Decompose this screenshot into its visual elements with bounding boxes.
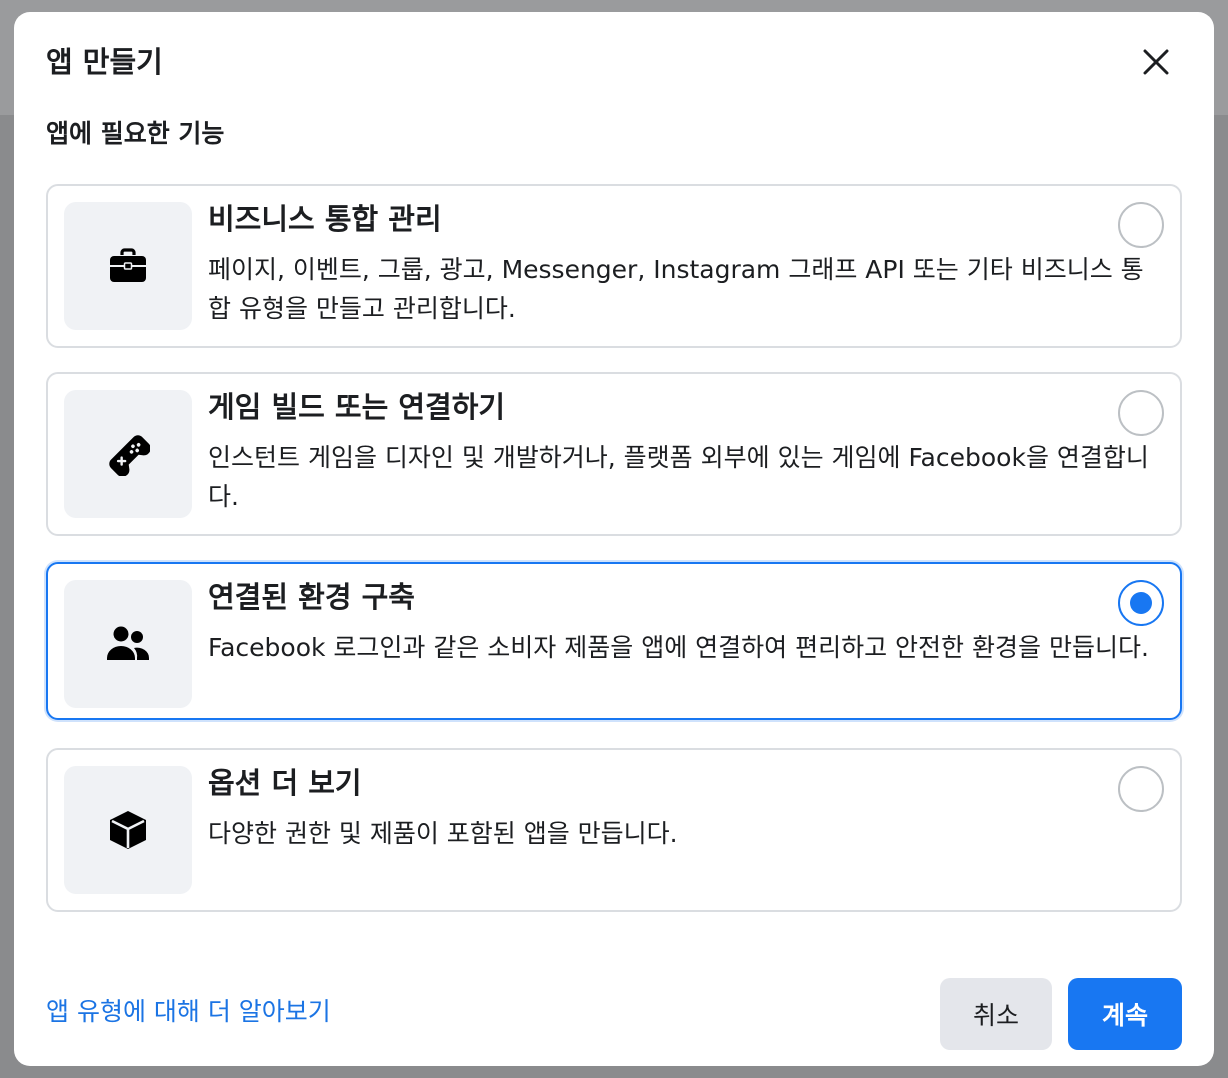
cancel-button[interactable]: 취소: [940, 978, 1052, 1050]
create-app-dialog: 앱 만들기 앱에 필요한 기능 비즈니스 통합 관리 페이지, 이벤트, 그룹,…: [14, 12, 1214, 1066]
option-business-integration[interactable]: 비즈니스 통합 관리 페이지, 이벤트, 그룹, 광고, Messenger, …: [46, 184, 1182, 348]
people-icon: [107, 626, 150, 660]
option-description: 다양한 권한 및 제품이 포함된 앱을 만듭니다.: [208, 819, 678, 848]
option-description: 페이지, 이벤트, 그룹, 광고, Messenger, Instagram 그…: [208, 255, 1144, 323]
option-title: 비즈니스 통합 관리: [208, 202, 442, 236]
section-label: 앱에 필요한 기능: [46, 119, 225, 148]
option-icon-box: [64, 766, 192, 894]
briefcase-icon: [110, 248, 146, 282]
option-icon-box: [64, 580, 192, 708]
radio-dot: [1130, 592, 1152, 614]
option-radio[interactable]: [1118, 390, 1164, 436]
option-radio[interactable]: [1118, 766, 1164, 812]
close-button[interactable]: [1136, 42, 1176, 82]
option-title: 게임 빌드 또는 연결하기: [208, 390, 506, 424]
option-radio[interactable]: [1118, 202, 1164, 248]
option-radio-selected[interactable]: [1118, 580, 1164, 626]
option-more[interactable]: 옵션 더 보기 다양한 권한 및 제품이 포함된 앱을 만듭니다.: [46, 748, 1182, 912]
close-icon: [1143, 49, 1169, 75]
option-icon-box: [64, 202, 192, 330]
cube-icon: [110, 811, 146, 849]
option-description: Facebook 로그인과 같은 소비자 제품을 앱에 연결하여 편리하고 안전…: [208, 633, 1149, 662]
option-connected-experience[interactable]: 연결된 환경 구축 Facebook 로그인과 같은 소비자 제품을 앱에 연결…: [46, 562, 1182, 720]
option-icon-box: [64, 390, 192, 518]
option-title: 연결된 환경 구축: [208, 580, 415, 614]
option-title: 옵션 더 보기: [208, 766, 362, 800]
continue-button[interactable]: 계속: [1068, 978, 1182, 1050]
dialog-title: 앱 만들기: [46, 45, 163, 79]
gamepad-icon: [109, 435, 150, 476]
option-games[interactable]: 게임 빌드 또는 연결하기 인스턴트 게임을 디자인 및 개발하거나, 플랫폼 …: [46, 372, 1182, 536]
learn-more-link[interactable]: 앱 유형에 대해 더 알아보기: [46, 992, 331, 1032]
option-description: 인스턴트 게임을 디자인 및 개발하거나, 플랫폼 외부에 있는 게임에 Fac…: [208, 443, 1149, 511]
